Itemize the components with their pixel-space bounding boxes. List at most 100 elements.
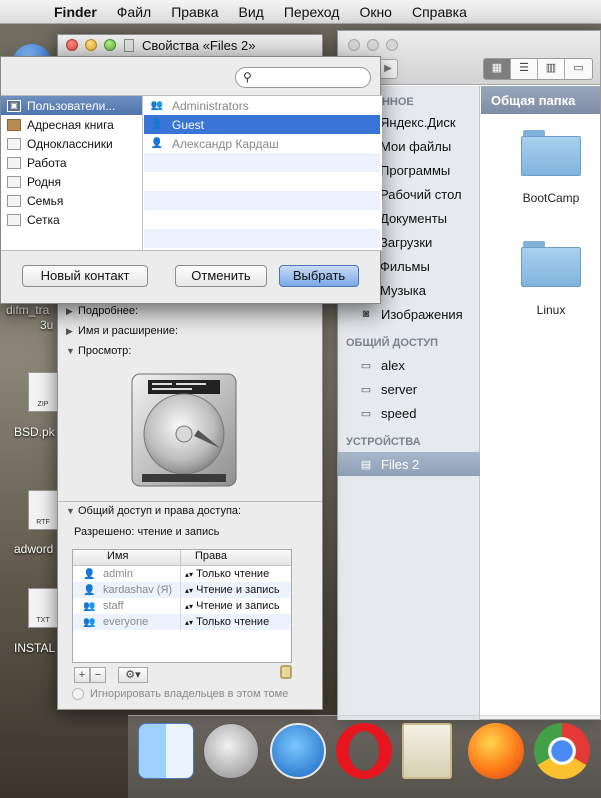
picker-lists: ▣ Пользователи... Адресная книга Одноклас…	[1, 95, 382, 251]
group-icon: 👥	[150, 100, 164, 111]
search-input[interactable]	[258, 70, 362, 85]
minimize-icon[interactable]	[367, 39, 379, 51]
icon-view-icon[interactable]: ▦	[484, 59, 511, 79]
zoom-icon[interactable]	[386, 39, 398, 51]
folder-label-bootcamp[interactable]: BootCamp	[511, 191, 591, 205]
table-row[interactable]: 👥 everyone ▴▾ Только чтение	[73, 614, 291, 630]
new-contact-button[interactable]: Новый контакт	[22, 265, 148, 287]
folder-label-linux[interactable]: Linux	[511, 303, 591, 317]
list-view-icon[interactable]: ☰	[511, 59, 538, 79]
column-header-rights[interactable]: Права	[181, 550, 289, 565]
desktop-label-3u: 3u	[40, 318, 54, 332]
desktop-label-adword[interactable]: adword	[14, 542, 53, 556]
monitor-icon: ▭	[360, 407, 372, 420]
group-item-family[interactable]: Семья	[1, 191, 142, 210]
desktop-label-bsd[interactable]: BSD.pk	[14, 425, 55, 439]
close-button[interactable]	[66, 39, 78, 51]
ignore-owners-checkbox[interactable]	[72, 688, 84, 700]
contact-item-guest[interactable]: 👤 Guest	[144, 115, 380, 134]
section-more-info[interactable]: ▶ Подробнее:	[66, 305, 138, 317]
desktop-rtf-file-icon[interactable]: RTF	[28, 490, 58, 530]
sidebar-heading-shared: ОБЩИЙ ДОСТУП	[346, 337, 439, 349]
menu-help[interactable]: Справка	[402, 4, 477, 20]
contact-item-administrators[interactable]: 👥 Administrators	[144, 96, 380, 115]
address-book-icon	[7, 118, 21, 131]
finder-path-title: Общая папка	[481, 86, 600, 114]
sidebar-item-speed[interactable]: ▭ speed	[338, 401, 480, 425]
table-row[interactable]: 👤 admin ▴▾ Только чтение	[73, 566, 291, 582]
sidebar-item-pictures[interactable]: ◙ Изображения	[338, 302, 480, 326]
folder-bootcamp-icon[interactable]	[521, 130, 581, 176]
stepper-icon[interactable]: ▴▾	[185, 570, 193, 579]
menu-edit[interactable]: Правка	[161, 4, 228, 20]
chrome-dock-icon[interactable]	[534, 723, 590, 779]
gear-menu-button[interactable]: ⚙▾	[118, 667, 148, 683]
firefox-dock-icon[interactable]	[468, 723, 524, 779]
view-mode-control: ▦ ☰ ▥ ▭	[483, 58, 593, 80]
desktop-zip-file-icon[interactable]: ZIP	[28, 372, 58, 412]
contact-item-alexander[interactable]: 👤 Александр Кардаш	[144, 134, 380, 153]
desktop-label-difm[interactable]: difm_tra	[6, 303, 49, 317]
table-row[interactable]: 👥 staff ▴▾ Чтение и запись	[73, 598, 291, 614]
zoom-button[interactable]	[104, 39, 116, 51]
minimize-button[interactable]	[85, 39, 97, 51]
user-icon: 👤	[150, 138, 164, 149]
column-view-icon[interactable]: ▥	[538, 59, 565, 79]
app-store-dock-icon[interactable]	[270, 723, 326, 779]
menu-bar: Finder Файл Правка Вид Переход Окно Спра…	[0, 0, 601, 24]
cover-flow-icon[interactable]: ▭	[565, 59, 592, 79]
group-item-address-book[interactable]: Адресная книга	[1, 115, 142, 134]
launchpad-dock-icon[interactable]	[203, 723, 259, 779]
section-preview[interactable]: ▼ Просмотр:	[66, 345, 131, 357]
finder-dock-icon[interactable]	[138, 723, 194, 779]
sidebar-item-alex[interactable]: ▭ alex	[338, 353, 480, 377]
stepper-icon[interactable]: ▴▾	[185, 586, 193, 595]
group-icon	[7, 213, 21, 226]
menu-view[interactable]: Вид	[229, 4, 274, 20]
group-icon	[7, 156, 21, 169]
sidebar-heading-devices: УСТРОЙСТВА	[346, 436, 421, 448]
stepper-icon[interactable]: ▴▾	[185, 618, 193, 627]
user-icon: 👤	[83, 584, 96, 596]
opera-dock-icon[interactable]	[336, 723, 392, 779]
permissions-table: Имя Права 👤 admin ▴▾ Только чтение 👤 kardas…	[72, 549, 292, 663]
group-item-classmates[interactable]: Одноклассники	[1, 134, 142, 153]
choose-button[interactable]: Выбрать	[279, 265, 359, 287]
remove-permission-button[interactable]: −	[90, 667, 106, 683]
group-item-users[interactable]: ▣ Пользователи...	[1, 96, 142, 115]
cancel-button[interactable]: Отменить	[175, 265, 267, 287]
disclosure-down-icon: ▼	[66, 506, 75, 516]
section-sharing-permissions[interactable]: ▼ Общий доступ и права доступа:	[66, 505, 241, 517]
stepper-icon[interactable]: ▴▾	[185, 602, 193, 611]
add-permission-button[interactable]: +	[74, 667, 90, 683]
desktop-txt-file-icon[interactable]: TXT	[28, 588, 58, 628]
sidebar-item-server[interactable]: ▭ server	[338, 377, 480, 401]
forward-arrow-icon[interactable]: ▶	[378, 59, 398, 79]
group-icon: ▣	[7, 99, 21, 112]
menu-finder[interactable]: Finder	[40, 4, 107, 20]
monitor-icon: ▭	[360, 359, 372, 372]
table-row[interactable]: 👤 kardashav (Я) ▴▾ Чтение и запись	[73, 582, 291, 598]
menu-go[interactable]: Переход	[274, 4, 350, 20]
search-field[interactable]: ⚲	[235, 67, 371, 88]
menu-file[interactable]: Файл	[107, 4, 161, 20]
mail-dock-icon[interactable]	[402, 723, 452, 779]
monitor-icon: ▭	[360, 383, 372, 396]
section-name-extension[interactable]: ▶ Имя и расширение:	[66, 325, 178, 337]
group-item-relatives[interactable]: Родня	[1, 172, 142, 191]
menu-window[interactable]: Окно	[349, 4, 402, 20]
user-icon: 👤	[150, 119, 164, 130]
disclosure-right-icon: ▶	[66, 305, 73, 316]
folder-linux-icon[interactable]	[521, 241, 581, 287]
column-header-name[interactable]: Имя	[73, 550, 181, 565]
sidebar-item-files2[interactable]: ▤ Files 2	[338, 452, 480, 476]
group-item-work[interactable]: Работа	[1, 153, 142, 172]
group-item-network[interactable]: Сетка	[1, 210, 142, 229]
contact-picker-sheet: ⚲ ▣ Пользователи... Адресная книга Однокл…	[0, 56, 382, 304]
list-item	[144, 172, 380, 191]
lock-icon[interactable]	[280, 665, 292, 679]
desktop-label-install[interactable]: INSTAL	[14, 641, 55, 655]
user-icon: 👤	[83, 568, 96, 580]
close-icon[interactable]	[348, 39, 360, 51]
list-item	[144, 191, 380, 210]
